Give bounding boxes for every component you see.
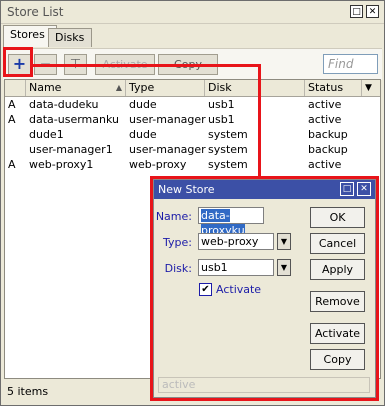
table-header: Name ▲ Type Disk Status ▼ (5, 80, 380, 97)
row-disk: system (208, 158, 248, 171)
row-type: user-manager (129, 113, 206, 126)
column-header-name[interactable]: Name ▲ (26, 80, 126, 96)
title-bar: Store List □ ✕ (1, 1, 384, 24)
row-name: data-dudeku (29, 98, 99, 111)
row-flag (5, 127, 8, 142)
sort-asc-icon: ▲ (115, 83, 122, 92)
row-type: user-manager (129, 143, 206, 156)
table-row[interactable]: dude1 dude system backup (5, 127, 380, 142)
row-type: dude (129, 98, 157, 111)
row-name: user-manager1 (29, 143, 113, 156)
close-icon[interactable]: ✕ (366, 5, 379, 18)
flag-column-header[interactable] (5, 80, 26, 96)
highlight-connector (33, 64, 261, 67)
row-flag (5, 142, 8, 157)
row-status: active (308, 98, 342, 111)
highlight-connector (258, 64, 261, 178)
table-row[interactable]: A web-proxy1 web-proxy system active (5, 157, 380, 172)
row-name: dude1 (29, 128, 64, 141)
table-row[interactable]: A data-usermanku user-manager usb1 activ… (5, 112, 380, 127)
row-name: web-proxy1 (29, 158, 94, 171)
add-button-highlight (3, 47, 33, 77)
row-disk: system (208, 128, 248, 141)
row-type: web-proxy (129, 158, 187, 171)
table-row[interactable]: user-manager1 user-manager system backup (5, 142, 380, 157)
column-header-type[interactable]: Type (126, 80, 205, 96)
row-disk: usb1 (208, 113, 235, 126)
tab-disks[interactable]: Disks (48, 28, 92, 47)
columns-menu-icon[interactable]: ▼ (362, 80, 380, 96)
column-header-disk[interactable]: Disk (205, 80, 305, 96)
row-flag: A (8, 158, 16, 171)
row-status: active (308, 158, 342, 171)
row-status: backup (308, 128, 348, 141)
window-title: Store List (7, 5, 64, 19)
row-status: active (308, 113, 342, 126)
row-name: data-usermanku (29, 113, 119, 126)
row-flag: A (8, 98, 16, 111)
column-header-status[interactable]: Status (305, 80, 362, 96)
find-input[interactable]: Find (323, 54, 378, 74)
restore-icon[interactable]: □ (350, 5, 363, 18)
row-disk: usb1 (208, 98, 235, 111)
row-status: backup (308, 143, 348, 156)
row-disk: system (208, 143, 248, 156)
row-flag: A (8, 113, 16, 126)
row-type: dude (129, 128, 157, 141)
table-row[interactable]: A data-dudeku dude usb1 active (5, 97, 380, 112)
dialog-highlight (150, 176, 379, 401)
